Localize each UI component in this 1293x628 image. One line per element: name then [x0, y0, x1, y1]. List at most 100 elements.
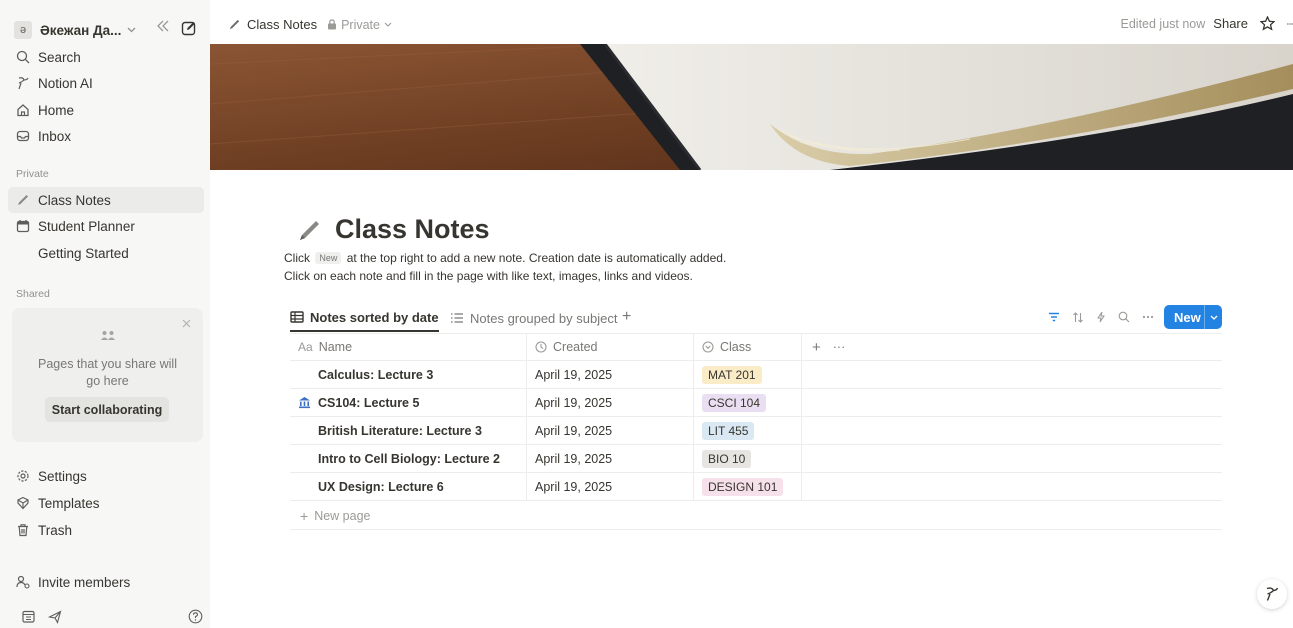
- topbar: Class Notes Private Edited just now Shar…: [210, 0, 1293, 44]
- table-row[interactable]: CS104: Lecture 5 April 19, 2025 CSCI 104: [290, 389, 1222, 417]
- privacy-selector[interactable]: Private: [327, 18, 392, 32]
- class-tag: BIO 10: [702, 449, 752, 468]
- cell-class[interactable]: LIT 455: [694, 417, 802, 444]
- sidebar-item-home[interactable]: Home: [14, 97, 204, 123]
- workspace-switcher[interactable]: ә Әкежан Да...: [14, 18, 204, 42]
- sidebar-item-notion-ai[interactable]: Notion AI: [14, 70, 204, 96]
- cell-class[interactable]: BIO 10: [694, 445, 802, 472]
- more-options-icon[interactable]: [1142, 315, 1154, 319]
- sidebar-item-settings[interactable]: Settings: [14, 463, 204, 489]
- cell-name[interactable]: Calculus: Lecture 3: [290, 361, 527, 388]
- table-icon: [290, 311, 304, 323]
- column-label: Name: [318, 340, 353, 354]
- cell-empty: [802, 389, 1222, 416]
- sidebar-item-trash[interactable]: Trash: [14, 517, 204, 543]
- column-label: Created: [553, 340, 598, 354]
- row-title: Calculus: Lecture 3: [318, 367, 434, 382]
- notion-ai-button[interactable]: [1257, 579, 1287, 609]
- calendar-app-icon[interactable]: [22, 610, 35, 626]
- column-header-class[interactable]: Class: [694, 334, 802, 360]
- sort-icon[interactable]: [1072, 311, 1084, 323]
- edited-status: Edited just now: [1120, 16, 1206, 31]
- filter-icon[interactable]: [1048, 312, 1060, 322]
- topbar-actions: Edited just now Share: [1121, 16, 1293, 31]
- sidebar-item-class-notes[interactable]: Class Notes: [8, 187, 204, 213]
- shared-placeholder-text: Pages that you share will go here: [38, 357, 177, 388]
- bank-icon: [298, 396, 318, 409]
- cell-empty: [802, 445, 1222, 472]
- table-row[interactable]: Calculus: Lecture 3 April 19, 2025 MAT 2…: [290, 361, 1222, 389]
- column-header-created[interactable]: Created: [527, 334, 694, 360]
- text-property-icon: Aa: [298, 340, 313, 354]
- trash-icon: [14, 523, 32, 537]
- new-page-row[interactable]: + New page: [290, 502, 1222, 530]
- new-button[interactable]: New: [1164, 305, 1222, 329]
- collapse-sidebar-icon[interactable]: [156, 19, 170, 37]
- add-property-button[interactable]: +: [812, 339, 821, 356]
- chevron-down-icon: [384, 22, 392, 27]
- row-title: UX Design: Lecture 6: [318, 479, 444, 494]
- chevron-down-icon[interactable]: [1205, 315, 1222, 320]
- class-tag: CSCI 104: [702, 393, 767, 412]
- cell-class[interactable]: MAT 201: [694, 361, 802, 388]
- start-collaborating-button[interactable]: Start collaborating: [45, 397, 169, 422]
- gear-icon: [14, 469, 32, 483]
- table-row[interactable]: British Literature: Lecture 3 April 19, …: [290, 417, 1222, 445]
- desc-text: Click: [284, 251, 310, 265]
- page-description-line-1: Click New at the top right to add a new …: [284, 251, 726, 265]
- cell-name[interactable]: Intro to Cell Biology: Lecture 2: [290, 445, 527, 472]
- more-options-icon[interactable]: ···: [833, 340, 846, 354]
- table-row[interactable]: UX Design: Lecture 6 April 19, 2025 DESI…: [290, 473, 1222, 501]
- breadcrumb[interactable]: Class Notes Private: [228, 17, 392, 32]
- tab-notes-grouped-by-subject[interactable]: Notes grouped by subject: [450, 304, 617, 332]
- close-icon[interactable]: [182, 316, 191, 331]
- class-tag: DESIGN 101: [702, 477, 784, 496]
- column-header-name[interactable]: Aa Name: [290, 334, 527, 360]
- invite-members-button[interactable]: Invite members: [14, 569, 204, 595]
- sidebar-item-label: Settings: [38, 468, 87, 484]
- new-button-label: New: [1174, 309, 1201, 325]
- sidebar-item-label: Class Notes: [38, 192, 111, 208]
- help-icon[interactable]: [188, 609, 203, 627]
- page-description-line-2: Click on each note and fill in the page …: [284, 269, 693, 283]
- class-tag: LIT 455: [702, 421, 755, 440]
- view-toolbar: New: [1048, 304, 1222, 330]
- sidebar-item-getting-started[interactable]: Getting Started: [14, 240, 204, 266]
- tab-label: Notes grouped by subject: [470, 310, 618, 326]
- new-page-label: New page: [314, 508, 371, 523]
- select-property-icon: [702, 341, 714, 353]
- search-icon: [14, 50, 32, 64]
- add-view-button[interactable]: +: [622, 303, 631, 331]
- inbox-icon: [14, 129, 32, 143]
- sidebar-item-student-planner[interactable]: Student Planner: [14, 213, 204, 239]
- sidebar: ә Әкежан Да... Search Notion AI Home Inb…: [0, 0, 210, 628]
- cell-name[interactable]: UX Design: Lecture 6: [290, 473, 527, 500]
- search-icon[interactable]: [1118, 311, 1130, 323]
- sidebar-item-search[interactable]: Search: [14, 44, 204, 70]
- more-options-icon[interactable]: [1287, 22, 1293, 26]
- automation-icon[interactable]: [1096, 311, 1106, 323]
- shared-pages-placeholder: Pages that you share will go here Start …: [12, 308, 203, 442]
- send-icon[interactable]: [47, 610, 62, 627]
- cell-class[interactable]: CSCI 104: [694, 389, 802, 416]
- new-page-icon[interactable]: [181, 20, 197, 39]
- clock-icon: [535, 341, 547, 353]
- sidebar-item-templates[interactable]: Templates: [14, 490, 204, 516]
- page-title-text[interactable]: Class Notes: [335, 214, 490, 245]
- cover-image[interactable]: [210, 44, 1293, 170]
- cell-name[interactable]: British Literature: Lecture 3: [290, 417, 527, 444]
- sidebar-item-inbox[interactable]: Inbox: [14, 123, 204, 149]
- calendar-icon: [14, 219, 32, 233]
- pencil-icon: [14, 193, 32, 207]
- table-row[interactable]: Intro to Cell Biology: Lecture 2 April 1…: [290, 445, 1222, 473]
- star-icon[interactable]: [1260, 16, 1275, 31]
- sidebar-item-label: Templates: [38, 495, 100, 511]
- invite-icon: [14, 575, 32, 589]
- cell-name[interactable]: CS104: Lecture 5: [290, 389, 527, 416]
- pencil-icon[interactable]: [297, 217, 323, 243]
- cell-class[interactable]: DESIGN 101: [694, 473, 802, 500]
- workspace-name: Әкежан Да...: [40, 22, 122, 38]
- share-button[interactable]: Share: [1213, 16, 1248, 31]
- tab-notes-sorted-by-date[interactable]: Notes sorted by date: [290, 304, 439, 332]
- notes-table: Aa Name Created Class + ··· Calculus: Le…: [290, 333, 1222, 501]
